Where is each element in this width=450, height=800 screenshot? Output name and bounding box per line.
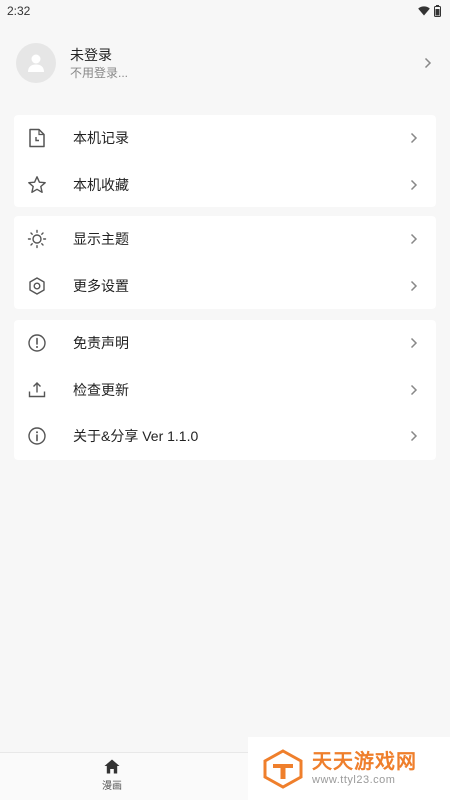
watermark-url: www.ttyl23.com bbox=[312, 773, 396, 786]
menu-item-label: 检查更新 bbox=[73, 381, 129, 398]
watermark-title: 天天游戏网 bbox=[312, 750, 417, 773]
menu-item-label: 显示主题 bbox=[73, 231, 129, 248]
history-file-icon bbox=[26, 127, 48, 149]
nav-tab-label: 漫画 bbox=[102, 781, 122, 792]
watermark: 天天游戏网 www.ttyl23.com bbox=[248, 737, 450, 800]
profile-text: 未登录 不用登录... bbox=[70, 46, 420, 81]
status-time: 2:32 bbox=[7, 4, 31, 18]
menu-item-display-theme[interactable]: 显示主题 bbox=[14, 216, 436, 263]
chevron-right-icon bbox=[406, 130, 422, 146]
menu-card-records: 本机记录 本机收藏 bbox=[14, 115, 436, 207]
menu-item-label: 本机记录 bbox=[73, 130, 129, 147]
profile-row[interactable]: 未登录 不用登录... bbox=[16, 40, 436, 86]
menu-item-local-favorites[interactable]: 本机收藏 bbox=[14, 162, 436, 209]
chevron-right-icon bbox=[406, 335, 422, 351]
watermark-text: 天天游戏网 www.ttyl23.com bbox=[312, 751, 417, 787]
menu-item-label: 本机收藏 bbox=[73, 176, 129, 193]
menu-item-check-update[interactable]: 检查更新 bbox=[14, 367, 436, 414]
star-icon bbox=[26, 174, 48, 196]
avatar[interactable] bbox=[16, 43, 56, 83]
nav-tab-comics[interactable]: 漫画 bbox=[88, 759, 136, 799]
status-icons bbox=[418, 5, 441, 17]
home-icon bbox=[104, 759, 120, 774]
chevron-right-icon bbox=[406, 177, 422, 193]
chevron-right-icon bbox=[406, 382, 422, 398]
battery-icon bbox=[434, 5, 441, 17]
menu-item-about-share[interactable]: 关于&分享 Ver 1.1.0 bbox=[14, 413, 436, 460]
menu-item-label: 更多设置 bbox=[73, 277, 129, 294]
settings-hexagon-icon bbox=[26, 275, 48, 297]
alert-circle-icon bbox=[26, 332, 48, 354]
menu-item-label: 免责声明 bbox=[73, 335, 129, 352]
watermark-logo-icon bbox=[263, 748, 303, 789]
chevron-right-icon bbox=[406, 278, 422, 294]
menu-card-settings: 显示主题 更多设置 bbox=[14, 216, 436, 309]
chevron-right-icon bbox=[406, 428, 422, 444]
status-bar: 2:32 bbox=[0, 0, 450, 22]
wifi-icon bbox=[418, 6, 430, 16]
menu-card-about: 免责声明 检查更新 关于&分享 Ver 1.1.0 bbox=[14, 320, 436, 460]
profile-name: 未登录 bbox=[70, 46, 112, 63]
info-icon bbox=[26, 425, 48, 447]
menu-item-disclaimer[interactable]: 免责声明 bbox=[14, 320, 436, 367]
upload-icon bbox=[26, 379, 48, 401]
profile-subtitle: 不用登录... bbox=[70, 65, 129, 80]
menu-item-local-history[interactable]: 本机记录 bbox=[14, 115, 436, 162]
menu-item-label: 关于&分享 Ver 1.1.0 bbox=[73, 428, 199, 445]
chevron-right-icon bbox=[406, 231, 422, 247]
chevron-right-icon bbox=[420, 55, 436, 71]
sun-icon bbox=[26, 228, 48, 250]
menu-item-more-settings[interactable]: 更多设置 bbox=[14, 263, 436, 310]
user-icon bbox=[28, 54, 44, 72]
